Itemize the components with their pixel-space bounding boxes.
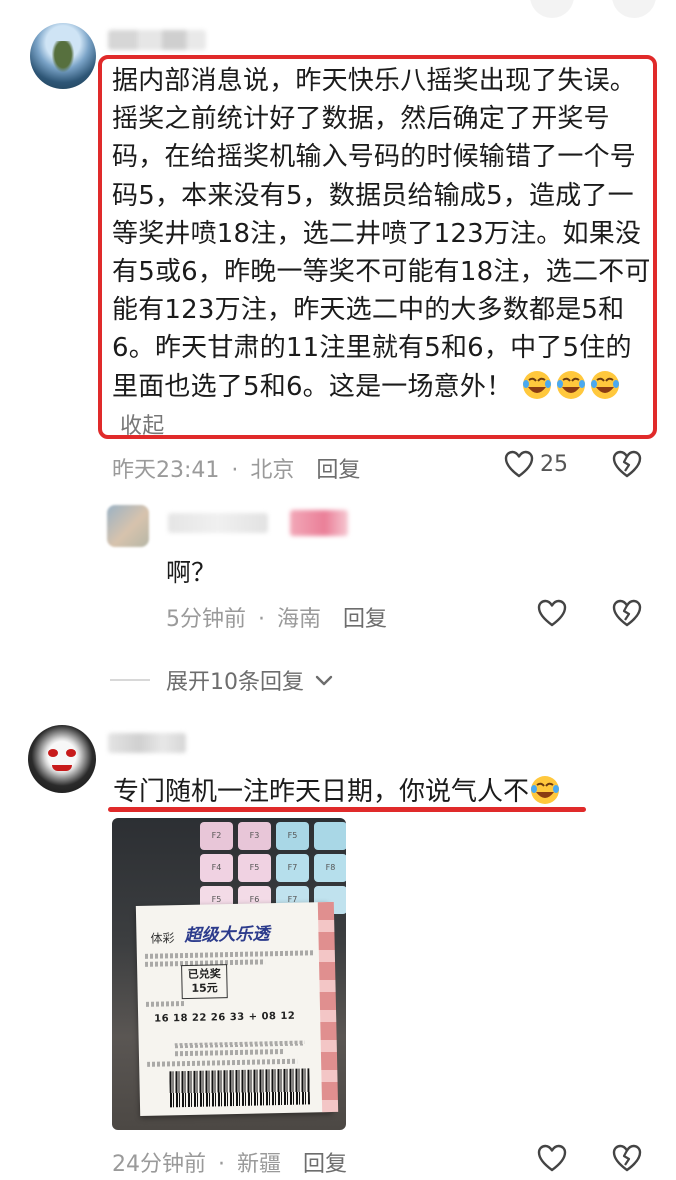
heart-icon [537, 599, 567, 627]
ticket-numbers: 16 18 22 26 33 + 08 12 [154, 1010, 296, 1025]
ticket-sub-label: 体彩 [150, 931, 175, 946]
avatar[interactable] [107, 505, 149, 547]
like-count: 25 [540, 452, 568, 477]
separator-dot: · [218, 1152, 225, 1177]
username-blurred[interactable] [108, 733, 186, 753]
dislike-button[interactable] [610, 596, 644, 630]
ticket-stamp: 已兑奖 15元 [181, 964, 228, 1000]
username-blurred[interactable] [290, 510, 348, 536]
emoji-group [521, 370, 623, 402]
barcode [169, 1068, 311, 1108]
avatar[interactable] [30, 23, 96, 89]
comment-body: 据内部消息说，昨天快乐八摇奖出现了失误。摇奖之前统计好了数据，然后确定了开奖号码… [112, 62, 652, 446]
reply-button[interactable]: 回复 [303, 1152, 347, 1177]
comment-text: 据内部消息说，昨天快乐八摇奖出现了失误。摇奖之前统计好了数据，然后确定了开奖号码… [112, 66, 651, 402]
reply-time: 5分钟前 [166, 607, 246, 632]
heart-icon [537, 1144, 567, 1172]
heart-icon [504, 450, 534, 478]
divider [110, 679, 150, 681]
comment-time: 昨天23:41 [112, 458, 220, 483]
broken-heart-icon [612, 599, 642, 627]
reply-button[interactable]: 回复 [343, 607, 387, 632]
comment-location: 北京 [250, 458, 295, 483]
like-button[interactable] [502, 447, 536, 481]
comment-time: 24分钟前 [112, 1152, 206, 1177]
username-blurred[interactable] [108, 30, 206, 50]
broken-heart-icon [612, 1144, 642, 1172]
comment-meta: 24分钟前 · 新疆 回复 [112, 1146, 347, 1178]
dislike-button[interactable] [610, 447, 644, 481]
comment-text: 专门随机一注昨天日期，你说气人不 [113, 777, 530, 807]
comment-location: 新疆 [237, 1152, 282, 1177]
reply-location: 海南 [277, 607, 322, 632]
red-underline-annotation [108, 807, 586, 812]
expand-replies-label: 展开10条回复 [166, 670, 304, 695]
collapse-link[interactable]: 收起 [120, 414, 164, 439]
reply-button[interactable]: 回复 [316, 458, 360, 483]
like-button[interactable] [535, 1141, 569, 1175]
rolling-laughing-face-icon [522, 370, 551, 399]
avatar[interactable] [28, 725, 96, 793]
rolling-laughing-face-icon [556, 370, 585, 399]
separator-dot: · [258, 607, 265, 632]
rolling-laughing-face-icon [531, 776, 560, 804]
ticket-brand: 超级大乐透 [184, 924, 270, 947]
expand-replies-button[interactable]: 展开10条回复 [166, 664, 333, 696]
rolling-laughing-face-icon [590, 370, 619, 399]
broken-heart-icon [612, 450, 642, 478]
comment-meta: 昨天23:41 · 北京 回复 [112, 452, 360, 484]
like-button[interactable] [535, 596, 569, 630]
reply-text: 啊？ [166, 558, 217, 587]
top-bar-button-shadow [530, 0, 574, 18]
attached-photo[interactable]: F2 F3 F5 F4 F5 F7 F8 F5 F6 F7 体彩 超级大乐透 已… [112, 818, 346, 1130]
username-blurred[interactable] [168, 513, 268, 533]
separator-dot: · [231, 458, 239, 483]
top-bar-button-shadow [612, 0, 656, 18]
reply-meta: 5分钟前 · 海南 回复 [166, 601, 387, 633]
chevron-down-icon [315, 675, 333, 686]
lottery-ticket: 体彩 超级大乐透 已兑奖 15元 16 18 22 26 33 + 08 12 [135, 901, 339, 1116]
dislike-button[interactable] [610, 1141, 644, 1175]
comment-body: 专门随机一注昨天日期，你说气人不 [113, 771, 563, 808]
